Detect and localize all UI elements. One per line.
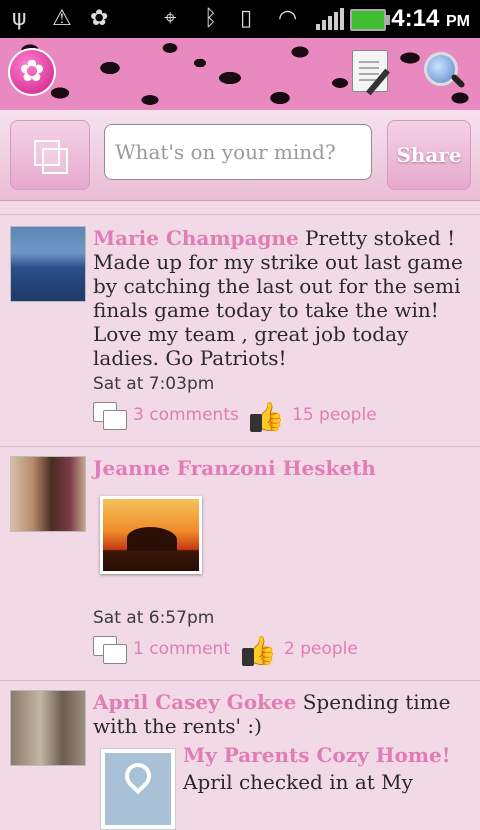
comment-count: 3 comments: [133, 405, 239, 425]
thumbs-up-icon: 👍: [250, 400, 285, 433]
photos-icon-front: [42, 148, 68, 174]
likes-link[interactable]: 👍 2 people: [242, 634, 382, 668]
search-button[interactable]: [422, 50, 466, 94]
battery-icon: [350, 9, 390, 31]
post-time: Sat at 6:57pm: [93, 608, 215, 628]
post-author[interactable]: Jeanne Franzoni Hesketh: [93, 456, 376, 480]
usb-icon: ψ: [12, 6, 27, 31]
status-bar: ψ ⚠ ✿ ⌖ ᛒ ▯ ◠ 4:14 PM: [0, 0, 480, 38]
clock-time: 4:14: [391, 5, 440, 32]
feed-divider: [0, 214, 480, 215]
compose-note-button[interactable]: [352, 50, 390, 96]
vibrate-icon: ▯: [240, 6, 253, 31]
flower-icon: ✿: [19, 54, 45, 89]
pencil-icon: [366, 68, 390, 96]
post-text: Jeanne Franzoni Hesketh: [93, 456, 471, 480]
feed-divider: [0, 680, 480, 681]
wifi-icon: ◠: [278, 6, 298, 31]
post-text: Marie Champagne Pretty stoked ! Made up …: [93, 226, 471, 370]
app-notification-icon: ✿: [90, 6, 109, 31]
post-photo[interactable]: [100, 496, 202, 574]
comment-count: 1 comment: [133, 639, 230, 659]
place-thumbnail[interactable]: [100, 748, 176, 830]
post-author[interactable]: April Casey Gokee: [93, 690, 296, 714]
avatar[interactable]: [10, 456, 86, 532]
app-header: [0, 38, 480, 110]
note-icon: [359, 61, 379, 63]
avatar[interactable]: [10, 226, 86, 302]
bluetooth-icon: ᛒ: [204, 6, 218, 31]
avatar[interactable]: [10, 690, 86, 766]
post-author[interactable]: Marie Champagne: [93, 226, 299, 250]
comment-icon: [93, 636, 129, 666]
app-menu-button[interactable]: ✿: [8, 48, 56, 96]
like-count: 2 people: [284, 639, 358, 659]
feed-divider: [0, 446, 480, 447]
warning-icon: ⚠: [52, 6, 72, 31]
comments-link[interactable]: 1 comment: [93, 634, 243, 668]
share-button[interactable]: Share: [387, 120, 471, 190]
likes-link[interactable]: 👍 15 people: [250, 400, 390, 434]
like-count: 15 people: [292, 405, 377, 425]
add-photo-button[interactable]: [10, 120, 90, 190]
post-text: April Casey Gokee Spending time with the…: [93, 690, 471, 738]
signal-icon: [316, 8, 344, 30]
place-title[interactable]: My Parents Cozy Home!: [183, 743, 451, 767]
place-subtitle: April checked in at My: [183, 770, 413, 794]
post-time: Sat at 7:03pm: [93, 374, 215, 394]
comment-icon: [93, 402, 129, 432]
clock: 4:14 PM: [391, 3, 470, 38]
gps-icon: ⌖: [164, 6, 177, 31]
comments-link[interactable]: 3 comments: [93, 400, 253, 434]
status-input[interactable]: What's on your mind?: [104, 124, 372, 180]
thumbs-up-icon: 👍: [242, 634, 277, 667]
clock-ampm: PM: [446, 13, 470, 30]
